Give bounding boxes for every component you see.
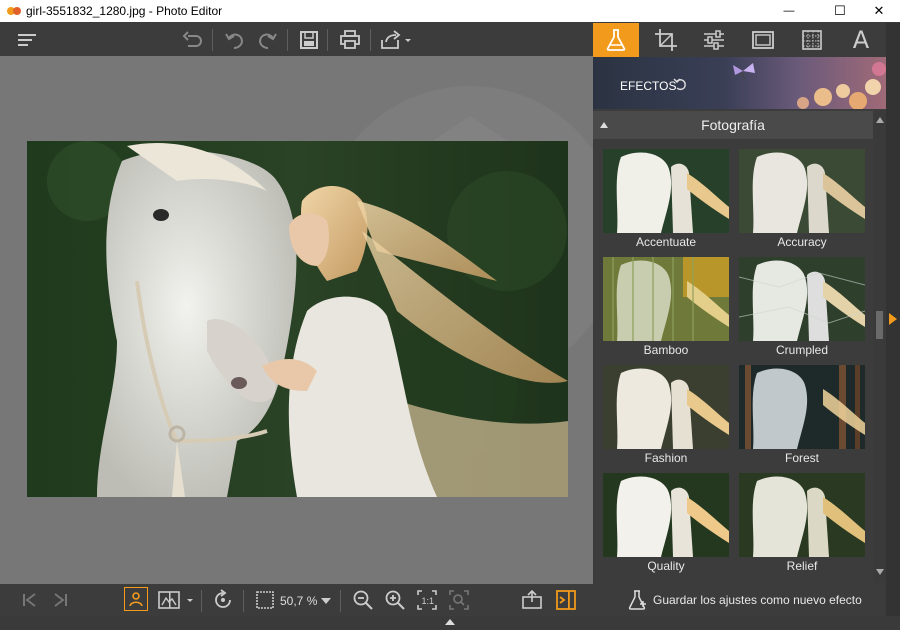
share-icon[interactable] <box>378 27 414 53</box>
top-toolbar <box>0 23 593 56</box>
zoom-dropdown-icon[interactable] <box>321 598 331 604</box>
zoom-region-icon[interactable] <box>446 587 472 613</box>
first-image-icon[interactable] <box>16 587 42 613</box>
zoom-in-icon[interactable] <box>382 587 408 613</box>
effect-thumbnail[interactable] <box>739 473 865 557</box>
effect-thumbnail[interactable] <box>739 149 865 233</box>
zoom-level[interactable]: 50,7 % <box>280 594 317 608</box>
bottom-edge <box>0 616 900 630</box>
panel-toggle-arrow-icon[interactable] <box>889 313 897 325</box>
save-icon[interactable] <box>296 27 322 53</box>
window-title: girl-3551832_1280.jpg - Photo Editor <box>26 4 223 18</box>
minimize-button[interactable]: — <box>767 0 811 22</box>
app-icon <box>7 7 21 15</box>
effects-grid: Accentuate Accuracy Bamboo Crumpled Fash… <box>593 141 873 583</box>
undo-all-icon[interactable] <box>180 27 206 53</box>
image-canvas[interactable] <box>0 56 593 584</box>
scroll-thumb[interactable] <box>876 311 883 339</box>
effect-label: Crumpled <box>775 343 829 357</box>
category-title: Fotografía <box>701 117 765 133</box>
window-titlebar: girl-3551832_1280.jpg - Photo Editor — ☐… <box>0 0 900 22</box>
save-as-new-effect-button[interactable]: Guardar los ajustes como nuevo efecto <box>593 584 886 616</box>
close-button[interactable]: ✕ <box>857 0 900 22</box>
effects-banner: EFECTOS <box>593 57 886 109</box>
flask-icon <box>628 590 646 610</box>
scroll-up-icon[interactable] <box>876 117 884 123</box>
zoom-out-icon[interactable] <box>350 587 376 613</box>
effect-label: Accentuate <box>635 235 697 249</box>
undo-icon[interactable] <box>222 27 248 53</box>
redo-icon[interactable] <box>254 27 280 53</box>
effect-label: Quality <box>647 559 685 573</box>
effects-panel: A EFECTOS Fotografía Accentuate Accuracy… <box>593 23 900 616</box>
effects-tab-icon[interactable] <box>593 23 639 57</box>
effects-scrollbar[interactable] <box>873 111 886 583</box>
category-header[interactable]: Fotografía <box>593 111 873 139</box>
maximize-button[interactable]: ☐ <box>818 0 862 22</box>
edited-photo <box>27 141 568 497</box>
effect-thumbnail[interactable] <box>603 257 729 341</box>
frames-tab-icon[interactable] <box>740 23 786 57</box>
crop-tab-icon[interactable] <box>643 23 689 57</box>
actual-size-icon[interactable]: 1:1 <box>414 587 440 613</box>
effect-thumbnail[interactable] <box>603 149 729 233</box>
toggle-panel-icon[interactable] <box>553 587 579 613</box>
effect-thumbnail[interactable] <box>603 365 729 449</box>
effects-label: EFECTOS <box>620 79 677 93</box>
svg-text:1:1: 1:1 <box>422 596 435 606</box>
effect-label: Accuracy <box>777 235 827 249</box>
texture-tab-icon[interactable] <box>789 23 835 57</box>
last-image-icon[interactable] <box>48 587 74 613</box>
effect-thumbnail[interactable] <box>739 257 865 341</box>
menu-icon[interactable] <box>14 27 40 53</box>
zoom-fit-icon[interactable] <box>252 587 278 613</box>
effect-label: Relief <box>786 559 818 573</box>
compare-icon[interactable] <box>156 587 196 613</box>
save-as-new-effect-label: Guardar los ajustes como nuevo efecto <box>653 593 862 607</box>
scroll-down-icon[interactable] <box>876 569 884 575</box>
panel-collapse-strip[interactable] <box>886 23 900 616</box>
portrait-mode-icon[interactable] <box>124 587 148 611</box>
effect-label: Bamboo <box>643 343 689 357</box>
effect-label: Forest <box>784 451 819 465</box>
effect-thumbnail[interactable] <box>739 365 865 449</box>
effect-label: Fashion <box>644 451 688 465</box>
effect-thumbnail[interactable] <box>603 473 729 557</box>
reset-effects-icon[interactable] <box>673 77 687 91</box>
panel-tabs: A <box>593 23 900 57</box>
expand-filmstrip-icon[interactable] <box>445 619 455 625</box>
text-tab-icon[interactable]: A <box>838 23 884 57</box>
adjust-tab-icon[interactable] <box>691 23 737 57</box>
export-icon[interactable] <box>519 587 545 613</box>
print-icon[interactable] <box>337 27 363 53</box>
rotate-icon[interactable] <box>210 587 236 613</box>
